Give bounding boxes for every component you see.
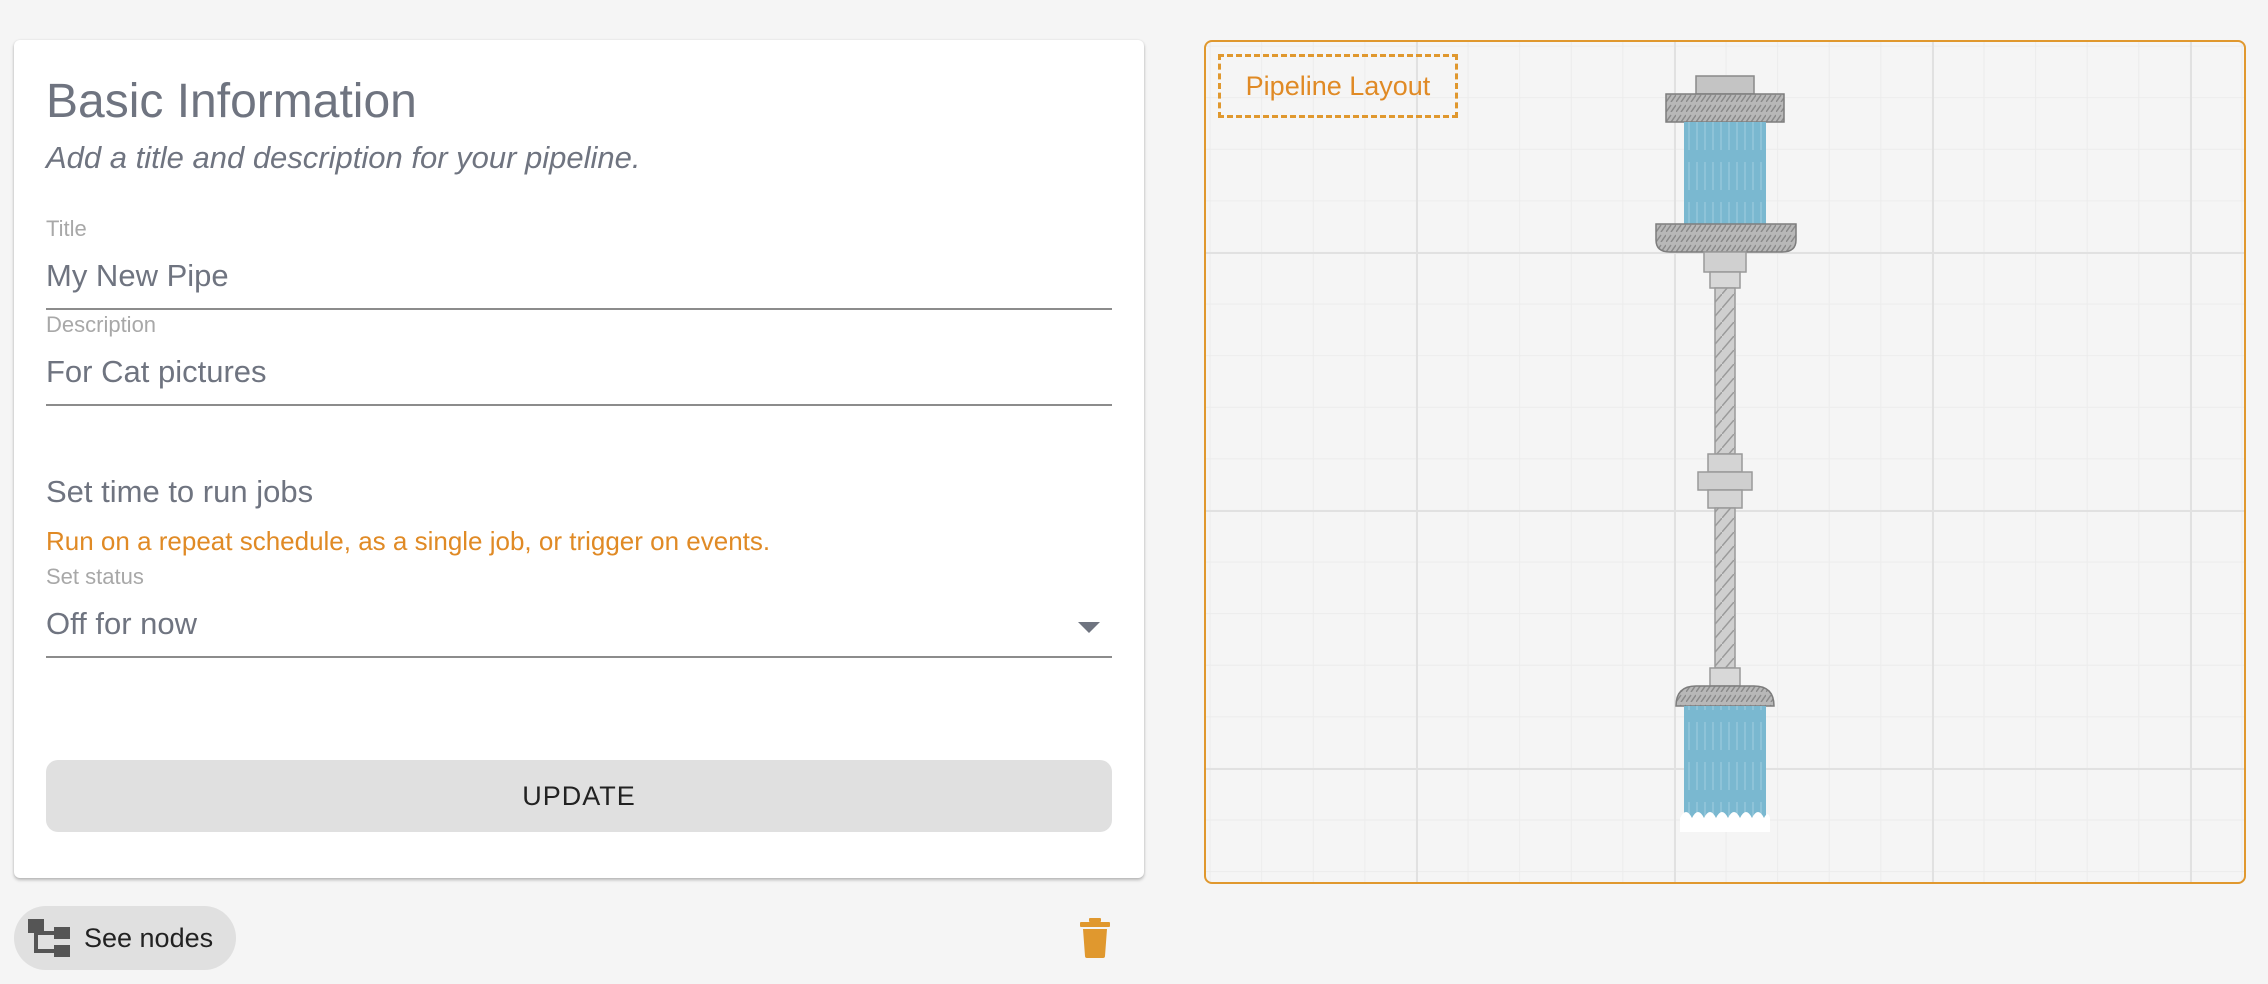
pipe-top-cap	[1665, 75, 1785, 123]
see-nodes-button[interactable]: See nodes	[14, 906, 236, 970]
pipe-upper-bowl	[1655, 223, 1797, 253]
pipeline-diagram	[1655, 75, 1797, 832]
see-nodes-label: See nodes	[84, 922, 214, 953]
card-title: Basic Information	[46, 75, 417, 128]
status-select[interactable]: Off for now	[46, 606, 197, 642]
description-input-underline	[46, 404, 1112, 406]
title-field-label: Title	[46, 216, 87, 241]
pipe-water-bottom	[1684, 706, 1766, 818]
pipe-upper-connector	[1703, 251, 1747, 289]
pipeline-layout-panel[interactable]: Pipeline Layout	[1204, 40, 2246, 884]
status-field-label: Set status	[46, 564, 144, 589]
pipe-lower-rod	[1714, 507, 1736, 669]
page: Basic Information Add a title and descri…	[0, 0, 2268, 984]
title-input[interactable]: My New Pipe	[46, 258, 229, 294]
chevron-down-icon[interactable]	[1078, 622, 1100, 633]
pipe-middle-joint	[1697, 453, 1753, 509]
pipe-lower-dome	[1675, 685, 1775, 707]
schedule-hint: Run on a repeat schedule, as a single jo…	[46, 526, 771, 556]
description-field-label: Description	[46, 312, 157, 337]
schedule-heading: Set time to run jobs	[46, 474, 314, 509]
pipe-water-top	[1684, 122, 1766, 224]
status-select-underline	[46, 656, 1112, 658]
pipe-upper-rod	[1714, 287, 1736, 455]
title-input-underline	[46, 308, 1112, 310]
update-button[interactable]: UPDATE	[46, 760, 1112, 832]
pipe-lower-connector	[1709, 667, 1741, 687]
card-subtitle: Add a title and description for your pip…	[46, 140, 641, 175]
description-input[interactable]: For Cat pictures	[46, 354, 267, 390]
account-tree-icon	[28, 919, 70, 957]
trash-icon[interactable]	[1078, 918, 1112, 958]
basic-information-card: Basic Information Add a title and descri…	[14, 40, 1144, 878]
